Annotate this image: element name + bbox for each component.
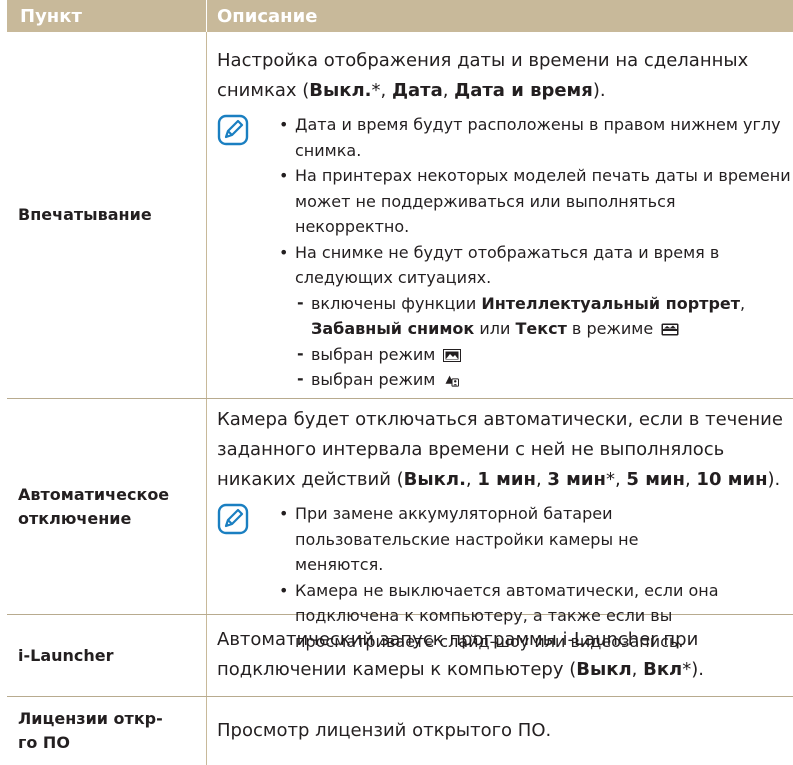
scene-mode-icon [661,323,679,336]
notes-block: При замене аккумуляторной батареи пользо… [217,501,793,654]
row-label: Лицензии откр-го ПО [18,709,163,752]
list-item: При замене аккумуляторной батареи пользо… [279,501,793,578]
table-row: Автоматическое отключение Камера будет о… [7,399,793,651]
description-text: Настройка отображения даты и времени на … [217,50,749,101]
sub-list-item: выбран режим [295,341,793,368]
note-icon [217,114,249,146]
row-label: i-Launcher [18,645,114,665]
table-row: Лицензии откр-го ПО Просмотр лицензий от… [7,697,793,765]
description-text: Просмотр лицензий открытого ПО. [217,720,552,741]
smart-auto-mode-icon [445,375,460,387]
header-description: Описание [206,0,793,32]
sub-list-item: включены функции Интеллектуальный портре… [295,290,793,342]
list-item: Дата и время будут расположены в правом … [279,112,793,163]
panorama-mode-icon [443,348,462,362]
list-item: На снимке не будут отображаться дата и в… [279,240,793,291]
list-item: На принтерах некоторых моделей печать да… [279,163,793,240]
row-label: Впечатывание [18,205,152,224]
row-description: Просмотр лицензий открытого ПО. [206,697,793,765]
sub-list-item: выбран режим [295,366,793,393]
row-description: Камера будет отключаться автоматически, … [206,399,793,651]
list-item: Камера не выключается автоматически, есл… [279,578,793,655]
row-label: Автоматическое отключение [18,484,170,528]
row-description: Настройка отображения даты и времени на … [206,32,793,398]
header-item: Пункт [20,5,82,27]
notes-block: Дата и время будут расположены в правом … [217,112,793,393]
table-header: Пункт Описание [7,0,793,32]
description-text: Камера будет отключаться автоматически, … [217,409,783,490]
settings-table: Пункт Описание Впечатывание Настройка от… [7,0,793,765]
note-icon [217,503,249,535]
table-row: Впечатывание Настройка отображения даты … [7,32,793,399]
